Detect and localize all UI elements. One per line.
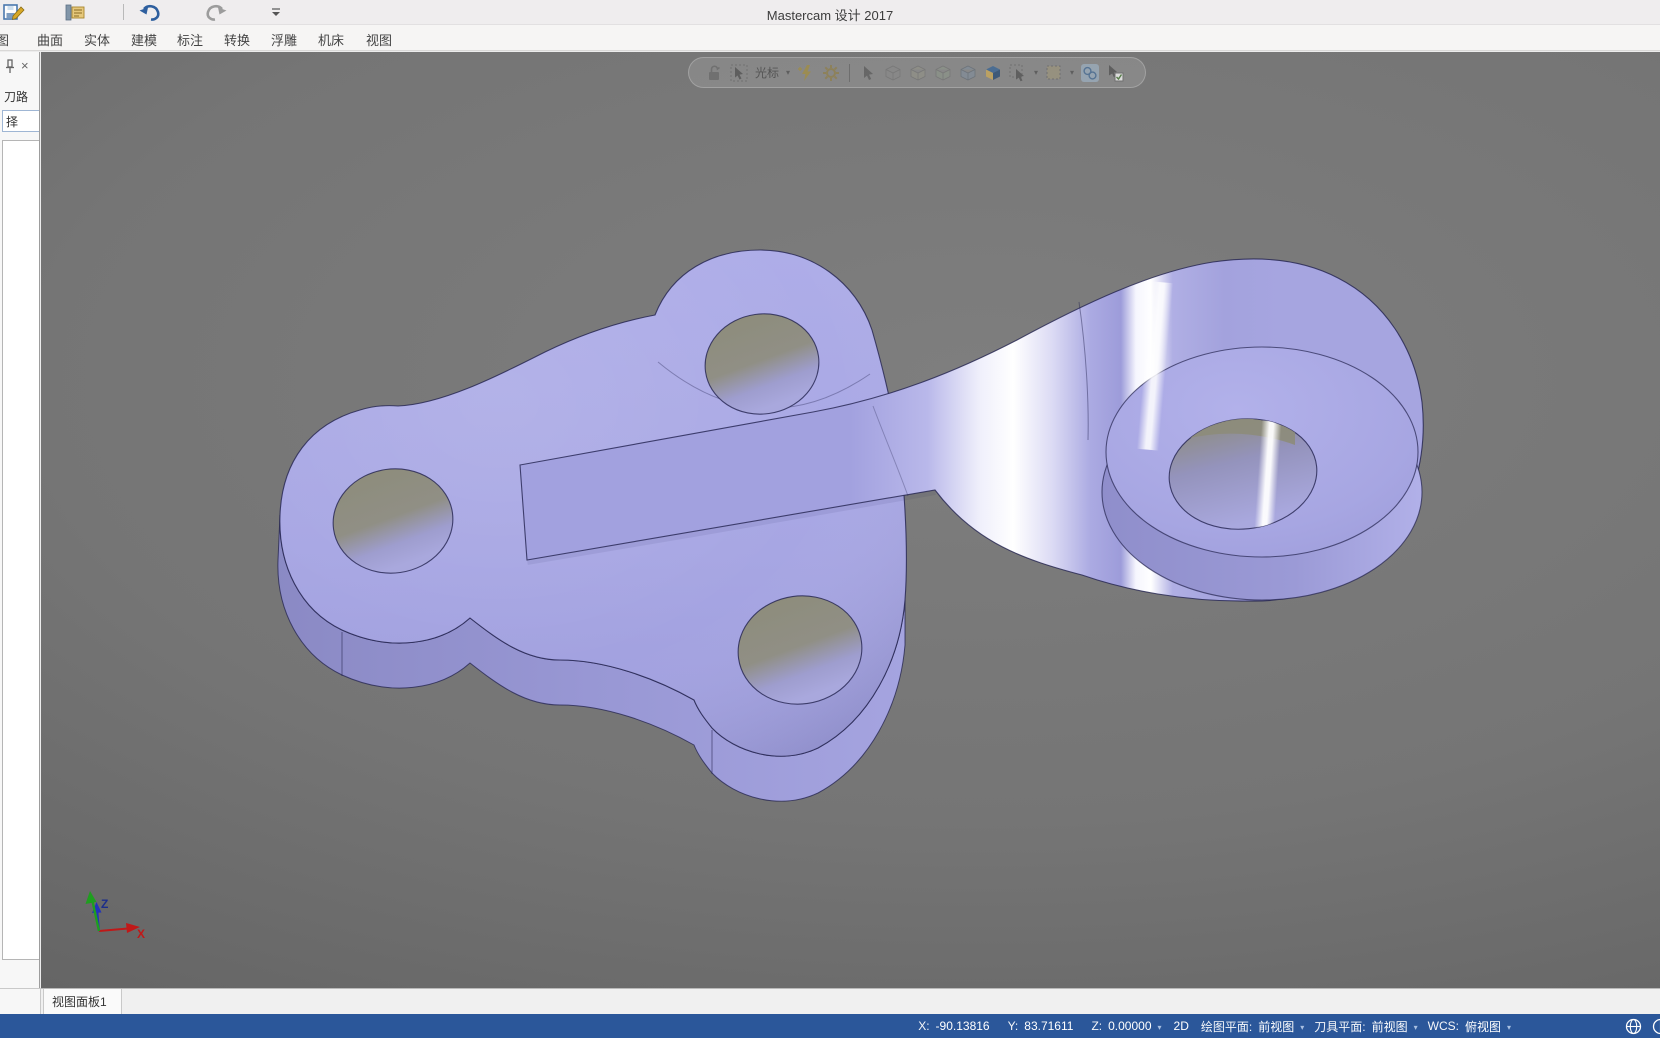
autocursor-bolt-icon[interactable] (797, 64, 815, 82)
validate-select-icon[interactable] (1106, 64, 1124, 82)
axes-gnomon: Z X (85, 891, 145, 941)
globe-icon[interactable] (1625, 1018, 1642, 1035)
axis-z-label: Z (101, 897, 108, 911)
tab-transform[interactable]: 转换 (224, 30, 250, 49)
tab-surfaces[interactable]: 曲面 (37, 30, 63, 49)
select-only-icon[interactable] (1045, 64, 1063, 82)
pin-icon[interactable] (3, 58, 17, 74)
wcs-dropdown-caret[interactable]: ▾ (1507, 1023, 1511, 1032)
selection-toolbar: 光标 ▾ ▾ ▾ (688, 57, 1146, 88)
coordinate-y-value: 83.71611 (1024, 1019, 1074, 1033)
unlock-icon[interactable] (705, 64, 723, 82)
wcs-value: 俯视图 (1464, 1019, 1501, 1034)
view-sheet-tab[interactable]: 视图面板1 (43, 989, 122, 1014)
app-window: Mastercam 设计 2017 图 曲面 实体 建模 标注 转换 浮雕 机床… (0, 0, 1660, 1038)
mode-2d3d-toggle[interactable]: 2D (1174, 1019, 1189, 1033)
select-all-icon[interactable] (1009, 64, 1027, 82)
toolpaths-filter-input[interactable] (2, 110, 39, 132)
tab-wireframe-partial[interactable]: 图 (0, 30, 9, 49)
selection-toolbar-divider (849, 63, 851, 82)
status-bar: X: -90.13816 Y: 83.71611 Z: 0.00000 ▾ 2D… (0, 1014, 1660, 1038)
coordinate-z-value: 0.00000 (1108, 1019, 1152, 1033)
cursor-dropdown-caret[interactable]: ▾ (786, 68, 790, 77)
tplane-selector[interactable]: 刀具平面: 前视图 ▾ (1314, 1018, 1421, 1035)
tplane-dropdown-caret[interactable]: ▾ (1414, 1023, 1418, 1032)
tab-model-prep[interactable]: 建模 (131, 30, 157, 49)
select-only-caret[interactable]: ▾ (1070, 68, 1074, 77)
coordinate-z-readout[interactable]: Z: 0.00000 ▾ (1091, 1019, 1165, 1033)
axis-x-label: X (137, 927, 145, 941)
gear-icon[interactable] (822, 64, 840, 82)
select-arrow-icon[interactable] (859, 64, 877, 82)
cplane-value: 前视图 (1258, 1019, 1295, 1034)
select-face-cube-icon[interactable] (984, 64, 1002, 82)
tab-solids[interactable]: 实体 (84, 30, 110, 49)
tab-drafting[interactable]: 标注 (177, 30, 203, 49)
tab-machine[interactable]: 机床 (318, 30, 344, 49)
toolpaths-panel-title: 刀路 (4, 90, 29, 104)
partial-circle-icon[interactable] (1652, 1018, 1660, 1035)
viewport-canvas[interactable]: Z X 光标 ▾ ▾ ▾ (41, 52, 1660, 988)
coordinate-x-readout: X: -90.13816 (918, 1019, 990, 1033)
select-all-caret[interactable]: ▾ (1034, 68, 1038, 77)
ribbon-tab-bar: 图 曲面 实体 建模 标注 转换 浮雕 机床 视图 (0, 25, 1660, 51)
tab-art[interactable]: 浮雕 (271, 30, 297, 49)
panel-footer (0, 988, 41, 1014)
title-bar: Mastercam 设计 2017 (0, 0, 1660, 25)
toolpaths-panel: × 刀路 (0, 52, 40, 988)
tab-view[interactable]: 视图 (366, 30, 392, 49)
feature-select-icon[interactable] (1081, 63, 1100, 82)
window-title: Mastercam 设计 2017 (766, 8, 894, 23)
tplane-value: 前视图 (1371, 1019, 1408, 1034)
wcs-selector[interactable]: WCS: 俯视图 ▾ (1428, 1018, 1515, 1035)
z-dropdown-caret[interactable]: ▾ (1158, 1023, 1162, 1032)
cplane-selector[interactable]: 绘图平面: 前视图 ▾ (1201, 1018, 1308, 1035)
select-window-icon[interactable] (884, 64, 902, 82)
view-sheet-bar: 视图面板1 (0, 988, 1660, 1014)
view-tab-strip: 视图面板1 (41, 988, 1660, 1014)
toolpaths-list[interactable] (2, 140, 39, 960)
cursor-label[interactable]: 光标 (755, 64, 779, 81)
coordinate-x-value: -90.13816 (935, 1019, 990, 1033)
coordinate-y-readout: Y: 83.71611 (1007, 1019, 1074, 1033)
select-polygon-icon[interactable] (909, 64, 927, 82)
close-icon[interactable]: × (21, 58, 29, 73)
cursor-mode-icon[interactable] (730, 64, 748, 82)
cplane-dropdown-caret[interactable]: ▾ (1300, 1023, 1304, 1032)
select-vector-icon[interactable] (934, 64, 952, 82)
part-3d-model: Z X (85, 249, 1424, 941)
select-solid-icon[interactable] (959, 64, 977, 82)
